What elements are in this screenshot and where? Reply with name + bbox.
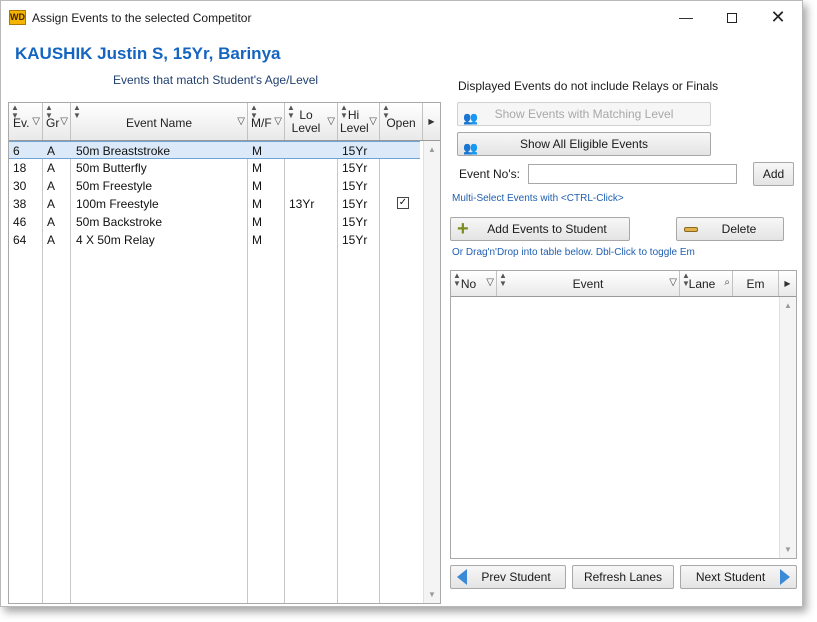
events-grid-scrollbar[interactable]: ▲ ▼	[423, 141, 440, 603]
cell-event-name: 4 X 50m Relay	[76, 233, 155, 247]
cell-mf: M	[252, 144, 262, 158]
open-checkbox[interactable]: ✓	[397, 197, 409, 209]
col-header-gr[interactable]: ▲ ▼ Gr ▽	[43, 103, 71, 140]
filter-icon[interactable]: ▽	[369, 116, 377, 127]
cell-hi-level: 15Yr	[342, 161, 368, 175]
col-header-event[interactable]: ▲ ▼ Event ▽	[497, 271, 680, 296]
title-bar: WD Assign Events to the selected Competi…	[1, 1, 802, 34]
show-all-eligible-button[interactable]: 👥 Show All Eligible Events	[457, 132, 711, 156]
people-icon: 👥	[463, 141, 478, 155]
cell-hi-level: 15Yr	[342, 233, 368, 247]
cell-hi-level: 15Yr	[342, 179, 368, 193]
plus-icon: +	[457, 218, 469, 240]
cell-ev: 30	[13, 179, 27, 193]
cell-ev: 6	[13, 144, 20, 158]
assigned-events-grid[interactable]: ▲ ▼ No ▽ ▲ ▼ Event ▽ ▲ ▼ Lane ⌕ Em ▶ ▲ ▼	[450, 270, 797, 559]
scroll-right-icon[interactable]: ▶	[779, 271, 796, 296]
delete-button[interactable]: Delete	[676, 217, 784, 241]
app-logo-icon: WD	[9, 10, 26, 25]
cell-gr: A	[47, 197, 56, 211]
cell-mf: M	[252, 215, 262, 229]
table-row[interactable]: 6 A 50m Breaststroke M 15Yr	[9, 141, 420, 159]
col-header-event-name[interactable]: ▲ ▼ Event Name ▽	[71, 103, 248, 140]
events-grid-header: ▲ ▼ Ev. ▽ ▲ ▼ Gr ▽ ▲ ▼ Event Name ▽ ▲ ▼ M/F …	[9, 103, 440, 141]
multi-select-hint: Multi-Select Events with <CTRL-Click>	[452, 193, 624, 204]
col-header-open[interactable]: ▲ ▼ Open	[380, 103, 423, 140]
people-icon: 👥	[463, 111, 478, 125]
table-row[interactable]: 38 A 100m Freestyle M 13Yr 15Yr ✓	[9, 195, 420, 213]
col-header-ev[interactable]: ▲ ▼ Ev. ▽	[9, 103, 43, 140]
assigned-grid-scrollbar[interactable]: ▲ ▼	[779, 297, 796, 558]
cell-event-name: 100m Freestyle	[76, 197, 159, 211]
col-header-mf[interactable]: ▲ ▼ M/F ▽	[248, 103, 285, 140]
filter-icon[interactable]: ▽	[237, 116, 245, 127]
search-icon[interactable]: ⌕	[724, 277, 730, 288]
cell-hi-level: 15Yr	[342, 215, 368, 229]
cell-event-name: 50m Breaststroke	[76, 144, 171, 158]
cell-mf: M	[252, 161, 262, 175]
assigned-grid-header: ▲ ▼ No ▽ ▲ ▼ Event ▽ ▲ ▼ Lane ⌕ Em ▶	[451, 271, 796, 297]
events-subtitle: Events that match Student's Age/Level	[113, 73, 319, 87]
next-student-button[interactable]: Next Student	[680, 565, 797, 589]
cell-event-name: 50m Butterfly	[76, 161, 147, 175]
close-button[interactable]: ✕	[755, 1, 801, 34]
arrow-left-icon	[457, 569, 467, 585]
cell-gr: A	[47, 161, 56, 175]
add-button[interactable]: Add	[753, 162, 794, 186]
table-row[interactable]: 30 A 50m Freestyle M 15Yr	[9, 177, 420, 195]
col-header-lo-level[interactable]: ▲ ▼ Lo Level ▽	[285, 103, 338, 140]
filter-icon[interactable]: ▽	[60, 116, 68, 127]
col-header-hi-level[interactable]: ▲ ▼ Hi Level ▽	[338, 103, 380, 140]
drag-drop-hint: Or Drag'n'Drop into table below. Dbl-Cli…	[452, 247, 695, 258]
window-title: Assign Events to the selected Competitor	[32, 11, 252, 25]
scroll-up-icon[interactable]: ▲	[424, 145, 440, 154]
cell-ev: 46	[13, 215, 27, 229]
arrow-right-icon	[780, 569, 790, 585]
scroll-up-icon[interactable]: ▲	[780, 301, 796, 310]
col-header-lane[interactable]: ▲ ▼ Lane ⌕	[680, 271, 733, 296]
show-matching-level-button[interactable]: 👥 Show Events with Matching Level	[457, 102, 711, 126]
cell-gr: A	[47, 233, 56, 247]
filter-icon[interactable]: ▽	[486, 277, 494, 288]
cell-gr: A	[47, 144, 56, 158]
table-row[interactable]: 46 A 50m Backstroke M 15Yr	[9, 213, 420, 231]
event-nos-input[interactable]	[528, 164, 737, 184]
filter-icon[interactable]: ▽	[327, 116, 335, 127]
cell-lo-level: 13Yr	[289, 197, 315, 211]
cell-mf: M	[252, 233, 262, 247]
cell-hi-level: 15Yr	[342, 144, 368, 158]
minimize-button[interactable]: —	[663, 1, 709, 34]
event-nos-label: Event No's:	[459, 167, 520, 181]
cell-gr: A	[47, 215, 56, 229]
relays-finals-note: Displayed Events do not include Relays o…	[458, 79, 719, 93]
cell-event-name: 50m Backstroke	[76, 215, 163, 229]
maximize-icon	[727, 13, 737, 24]
maximize-button[interactable]	[709, 1, 755, 34]
filter-icon[interactable]: ▽	[32, 116, 40, 127]
events-grid[interactable]: ▲ ▼ Ev. ▽ ▲ ▼ Gr ▽ ▲ ▼ Event Name ▽ ▲ ▼ M/F …	[8, 102, 441, 604]
eraser-icon	[684, 227, 698, 232]
cell-ev: 18	[13, 161, 27, 175]
cell-ev: 38	[13, 197, 27, 211]
cell-ev: 64	[13, 233, 27, 247]
add-events-to-student-button[interactable]: + Add Events to Student	[450, 217, 630, 241]
cell-hi-level: 15Yr	[342, 197, 368, 211]
scroll-down-icon[interactable]: ▼	[424, 590, 440, 599]
table-row[interactable]: 18 A 50m Butterfly M 15Yr	[9, 159, 420, 177]
scroll-right-icon[interactable]: ▶	[423, 103, 440, 140]
col-header-no[interactable]: ▲ ▼ No ▽	[451, 271, 497, 296]
cell-gr: A	[47, 179, 56, 193]
filter-icon[interactable]: ▽	[274, 116, 282, 127]
scroll-down-icon[interactable]: ▼	[780, 545, 796, 554]
prev-student-button[interactable]: Prev Student	[450, 565, 566, 589]
refresh-lanes-button[interactable]: Refresh Lanes	[572, 565, 674, 589]
cell-mf: M	[252, 179, 262, 193]
col-header-em[interactable]: Em	[733, 271, 779, 296]
filter-icon[interactable]: ▽	[669, 277, 677, 288]
cell-event-name: 50m Freestyle	[76, 179, 153, 193]
table-row[interactable]: 64 A 4 X 50m Relay M 15Yr	[9, 231, 420, 249]
competitor-name: KAUSHIK Justin S, 15Yr, Barinya	[15, 44, 281, 63]
assign-events-window: WD Assign Events to the selected Competi…	[0, 0, 803, 607]
cell-mf: M	[252, 197, 262, 211]
